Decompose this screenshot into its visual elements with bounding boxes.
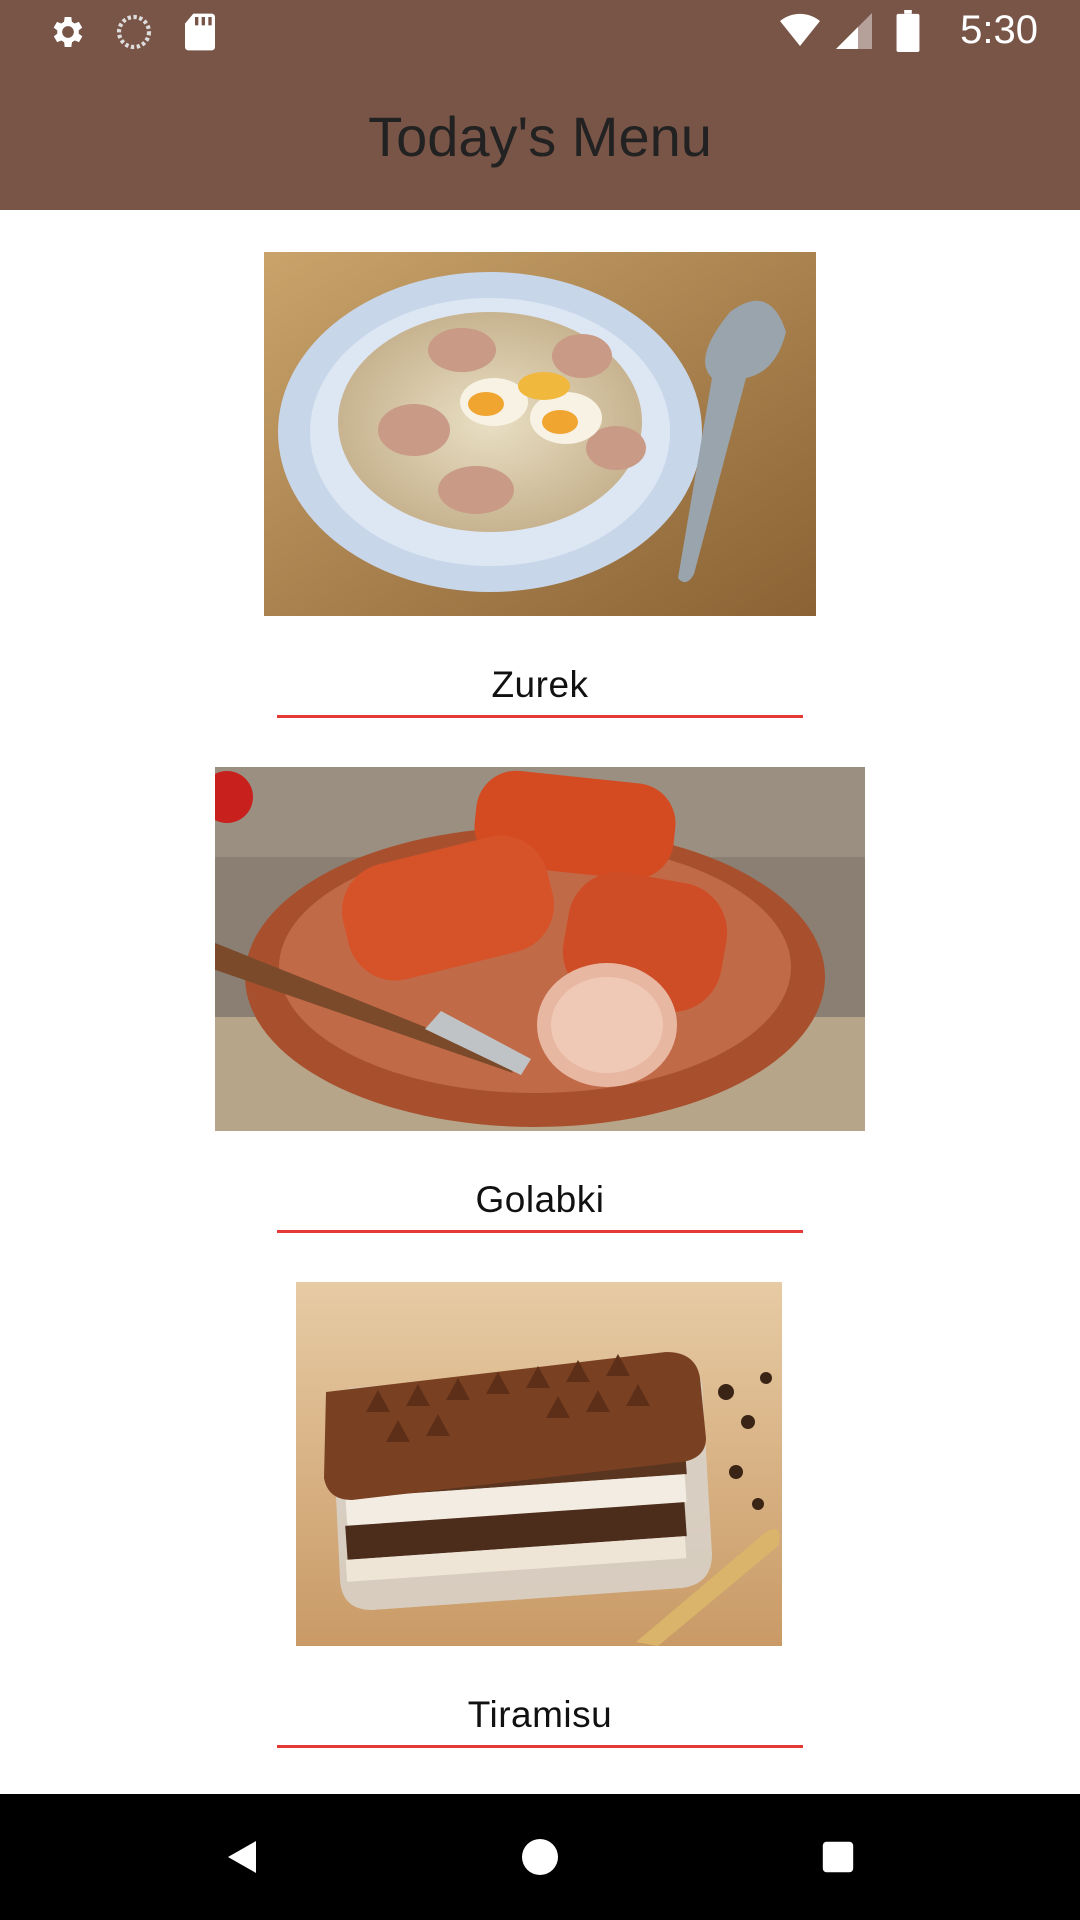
menu-list[interactable]: Zurek Golabki Tiramisu (0, 210, 1080, 1794)
wifi-icon (780, 9, 821, 53)
dish-name: Golabki (475, 1179, 605, 1220)
dish-underline (277, 715, 803, 718)
app-bar: Today's Menu (0, 63, 1080, 210)
home-icon[interactable] (515, 1832, 565, 1882)
navigation-bar (0, 1794, 1080, 1920)
back-icon[interactable] (217, 1832, 267, 1882)
dish-underline (277, 1745, 803, 1748)
dish-name: Tiramisu (467, 1694, 613, 1735)
recents-icon[interactable] (813, 1832, 863, 1882)
battery-icon (888, 9, 928, 53)
dish-name: Zurek (491, 664, 589, 705)
gear-icon (48, 10, 88, 54)
menu-item-tiramisu[interactable]: Tiramisu (0, 1240, 1080, 1794)
dish-underline (277, 1230, 803, 1233)
golabki-cabbage-rolls-photo (215, 767, 865, 1131)
menu-item-golabki[interactable]: Golabki (0, 725, 1080, 1240)
tiramisu-dessert-photo (296, 1282, 782, 1646)
sd-card-icon (180, 10, 220, 54)
status-time: 5:30 (960, 8, 1038, 52)
sync-icon (114, 10, 154, 54)
status-bar: 5:30 (0, 0, 1080, 63)
menu-item-zurek[interactable]: Zurek (0, 210, 1080, 725)
signal-icon (834, 9, 874, 53)
zurek-soup-photo (264, 252, 816, 616)
page-title: Today's Menu (368, 105, 712, 168)
